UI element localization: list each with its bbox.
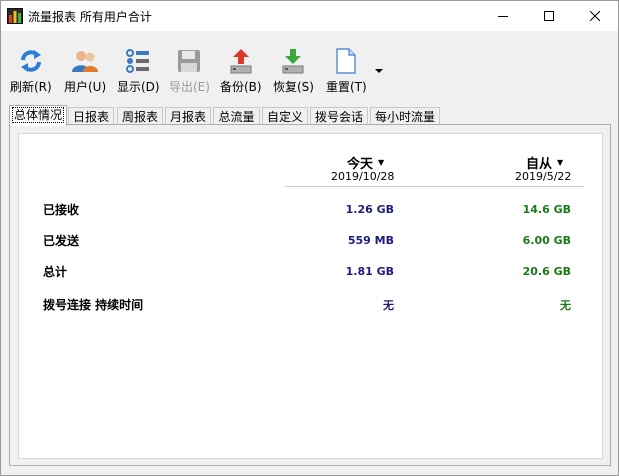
- tab-monthly-report[interactable]: 月报表: [165, 107, 211, 125]
- dialup-since-value: 无: [560, 299, 571, 312]
- tab-custom[interactable]: 自定义: [262, 107, 308, 125]
- received-label: 已接收: [43, 203, 80, 217]
- maximize-icon: [544, 11, 554, 21]
- display-list-icon: [124, 47, 152, 75]
- app-bar-chart-icon: [7, 8, 23, 24]
- refresh-button[interactable]: 刷新(R): [10, 47, 52, 97]
- export-button[interactable]: 导出(E): [169, 47, 210, 97]
- tab-dialup-sessions[interactable]: 拨号会话: [310, 107, 368, 125]
- toolbar: 刷新(R) 用户(U) 显示(D) 导出(E) 备份(B) 恢复(S) 重置(T…: [1, 41, 618, 95]
- export-label: 导出(E): [169, 80, 210, 94]
- save-disk-icon: [175, 47, 203, 75]
- sort-caret-icon: ▼: [378, 158, 385, 167]
- sent-label: 已发送: [43, 234, 80, 248]
- restore-button[interactable]: 恢复(S): [273, 47, 314, 97]
- backup-button[interactable]: 备份(B): [220, 47, 262, 97]
- total-since-value: 20.6 GB: [522, 265, 571, 278]
- header-divider: [285, 186, 584, 187]
- total-label: 总计: [43, 265, 68, 279]
- total-today-value: 1.81 GB: [345, 265, 394, 278]
- close-icon: [590, 11, 600, 21]
- refresh-label: 刷新(R): [10, 80, 52, 94]
- tab-weekly-report[interactable]: 周报表: [117, 107, 163, 125]
- display-button[interactable]: 显示(D): [117, 47, 160, 97]
- sort-caret-icon: ▼: [557, 158, 564, 167]
- reset-document-icon: [332, 47, 360, 75]
- reset-label: 重置(T): [326, 80, 367, 94]
- backup-label: 备份(B): [220, 80, 262, 94]
- display-label: 显示(D): [117, 80, 160, 94]
- minimize-icon: [498, 16, 508, 17]
- tab-panel: 今天 ▼ 2019/10/28 自从 ▼ 2019/5/22 已接收 1.26 GB…: [9, 124, 611, 466]
- dialup-duration-label: 拨号连接 持续时间: [43, 298, 144, 312]
- tab-daily-report[interactable]: 日报表: [68, 107, 114, 125]
- summary-view: 今天 ▼ 2019/10/28 自从 ▼ 2019/5/22 已接收 1.26 GB…: [18, 133, 603, 459]
- restore-download-icon: [279, 47, 307, 75]
- window-title: 流量报表 所有用户合计: [28, 10, 152, 24]
- close-button[interactable]: [572, 1, 618, 31]
- report-window: 流量报表 所有用户合计 刷新(R) 用户(U) 显示(D) 导出(E) 备份(B…: [0, 0, 619, 476]
- reset-dropdown-arrow-icon[interactable]: [373, 65, 385, 77]
- users-button[interactable]: 用户(U): [64, 47, 106, 97]
- users-label: 用户(U): [64, 80, 107, 94]
- today-date: 2019/10/28: [331, 170, 395, 183]
- title-bar[interactable]: 流量报表 所有用户合计: [1, 1, 618, 31]
- tab-total-traffic[interactable]: 总流量: [213, 107, 260, 125]
- sent-since-value: 6.00 GB: [522, 234, 571, 247]
- tab-hourly-traffic[interactable]: 每小时流量: [370, 107, 440, 125]
- maximize-button[interactable]: [526, 1, 572, 31]
- restore-label: 恢复(S): [273, 80, 314, 94]
- users-icon: [71, 47, 99, 75]
- refresh-icon: [17, 47, 45, 75]
- dialup-today-value: 无: [383, 299, 394, 312]
- sent-today-value: 559 MB: [347, 234, 394, 247]
- received-today-value: 1.26 GB: [345, 203, 394, 216]
- reset-button[interactable]: 重置(T): [326, 47, 367, 97]
- tab-overview[interactable]: 总体情况: [9, 105, 67, 126]
- minimize-button[interactable]: [480, 1, 526, 31]
- received-since-value: 14.6 GB: [522, 203, 571, 216]
- backup-upload-icon: [227, 47, 255, 75]
- since-date: 2019/5/22: [515, 170, 572, 183]
